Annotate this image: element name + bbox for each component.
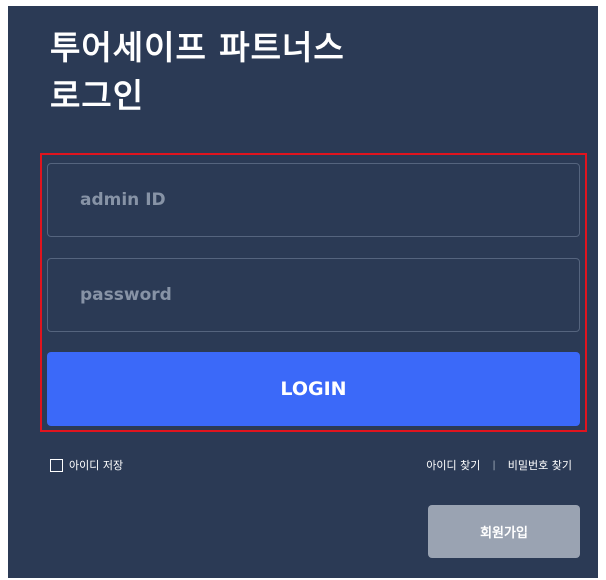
- password-input[interactable]: [48, 259, 579, 331]
- admin-id-input[interactable]: [48, 164, 579, 236]
- find-password-link[interactable]: 비밀번호 찾기: [508, 457, 572, 473]
- link-separator: |: [492, 459, 496, 471]
- login-button[interactable]: LOGIN: [47, 352, 580, 426]
- admin-id-field[interactable]: [47, 163, 580, 237]
- remember-id-checkbox[interactable]: [50, 458, 63, 472]
- account-links: 아이디 찾기 | 비밀번호 찾기: [426, 457, 572, 473]
- remember-id[interactable]: 아이디 저장: [50, 457, 123, 473]
- page-title: 투어세이프 파트너스 로그인: [50, 24, 345, 120]
- page-title-line1: 투어세이프 파트너스: [50, 28, 345, 67]
- login-panel: 투어세이프 파트너스 로그인 LOGIN 아이디 저장 아이디 찾기 | 비밀번…: [8, 6, 598, 578]
- signup-button[interactable]: 회원가입: [428, 505, 580, 558]
- find-id-link[interactable]: 아이디 찾기: [426, 457, 480, 473]
- page-title-line2: 로그인: [50, 76, 145, 115]
- password-field[interactable]: [47, 258, 580, 332]
- remember-id-label: 아이디 저장: [69, 459, 124, 472]
